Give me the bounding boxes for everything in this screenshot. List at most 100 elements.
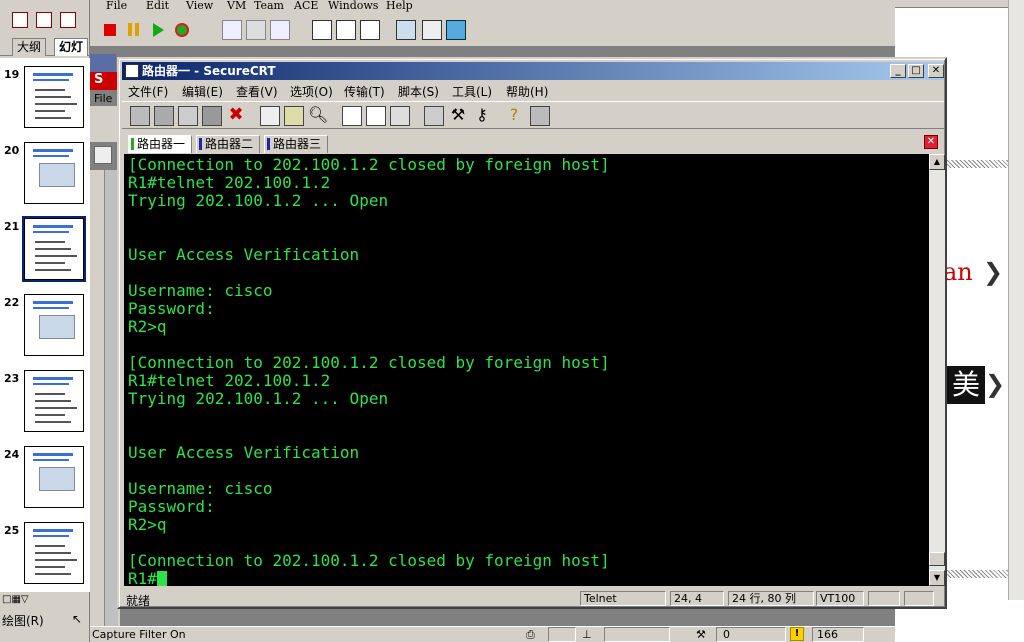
disconnect-icon[interactable]: ✖ — [226, 106, 246, 126]
about-icon[interactable] — [530, 106, 550, 126]
session-options-icon[interactable] — [424, 106, 444, 126]
status-ready: 就绪 — [126, 594, 151, 608]
copy-icon[interactable] — [260, 106, 280, 126]
global-options-icon[interactable]: ⚒ — [448, 106, 468, 126]
paste-icon[interactable] — [284, 106, 304, 126]
menu-script[interactable]: 脚本(S) — [398, 83, 439, 100]
vmware-toolbar — [90, 14, 890, 46]
revert-snapshot-icon[interactable] — [246, 20, 266, 40]
securecrt-titlebar[interactable]: 路由器一 - SecureCRT _ □ ✕ — [122, 62, 944, 80]
connect-icon[interactable] — [130, 106, 150, 126]
slide-thumbnail[interactable]: 25 — [0, 518, 90, 594]
vm-menu-view[interactable]: View — [186, 0, 213, 12]
vm-menu-edit[interactable]: Edit — [146, 0, 169, 12]
securecrt-app-icon[interactable] — [125, 64, 139, 78]
vm-menu-file[interactable]: File — [106, 0, 127, 12]
scroll-up-icon[interactable]: ▲ — [929, 154, 945, 170]
network-icon[interactable]: ⊥ — [582, 628, 592, 641]
terminal-screen[interactable]: [Connection to 202.100.1.2 closed by for… — [124, 154, 929, 586]
tab-slides[interactable]: 幻灯 — [54, 38, 89, 56]
slide-preview — [24, 294, 84, 356]
terminal-output: [Connection to 202.100.1.2 closed by for… — [128, 155, 610, 586]
slide-number: 20 — [4, 144, 20, 157]
reset-icon[interactable] — [172, 20, 192, 40]
vm-menu-help[interactable]: Help — [386, 0, 413, 12]
quick-connect-icon[interactable] — [154, 106, 174, 126]
close-tab-icon[interactable]: ✕ — [924, 135, 938, 149]
tab-status-icon — [131, 138, 134, 150]
quick-switch-icon[interactable] — [396, 20, 416, 40]
menu-tools[interactable]: 工具(L) — [452, 83, 492, 100]
menu-help[interactable]: 帮助(H) — [506, 83, 548, 100]
minimize-button[interactable]: _ — [890, 64, 906, 78]
menu-options[interactable]: 选项(O) — [290, 83, 333, 100]
guest-pane-scroll[interactable] — [104, 170, 118, 630]
slide-thumbnail[interactable]: 19 — [0, 62, 90, 138]
tab-outline[interactable]: 大纲 — [12, 38, 47, 56]
menu-file[interactable]: 文件(F) — [128, 83, 168, 100]
vm-menu-team[interactable]: Team — [254, 0, 284, 12]
menu-transfer[interactable]: 传输(T) — [344, 83, 385, 100]
tab-router-3[interactable]: 路由器三 — [264, 135, 329, 153]
right-scrollbar[interactable] — [1008, 0, 1024, 600]
tab-router-1[interactable]: 路由器一 — [128, 135, 193, 153]
tool-icon[interactable]: ⚒ — [696, 628, 706, 641]
stop-icon[interactable] — [100, 20, 120, 40]
view-buttons[interactable]: □▦▽ — [2, 594, 52, 608]
help-icon[interactable]: ? — [504, 106, 524, 126]
warning-icon[interactable]: ! — [790, 627, 804, 641]
slide-thumbnail[interactable]: 20 — [0, 138, 90, 214]
close-button[interactable]: ✕ — [928, 64, 944, 78]
play-icon[interactable] — [148, 20, 168, 40]
pause-icon[interactable] — [124, 20, 144, 40]
status-field-1 — [548, 627, 576, 642]
printer-setup-icon[interactable] — [390, 106, 410, 126]
pdf-settings-icon[interactable] — [60, 12, 76, 28]
guest-app-logo: S — [90, 72, 120, 90]
unity-icon[interactable] — [422, 20, 442, 40]
slide-preview — [24, 446, 84, 508]
scroll-thumb[interactable] — [929, 552, 945, 566]
chevron-right-icon[interactable]: ❯ — [983, 258, 1003, 286]
console-view-icon[interactable] — [336, 20, 356, 40]
slide-thumbnail[interactable]: 22 — [0, 290, 90, 366]
full-screen-icon[interactable] — [360, 20, 380, 40]
snapshot-icon[interactable] — [222, 20, 242, 40]
powerpoint-bottom-toolbar: □▦▽ 绘图(R) ↖ — [0, 592, 90, 642]
right-window-top — [895, 0, 1024, 8]
securecrt-menubar: 文件(F) 编辑(E) 查看(V) 选项(O) 传输(T) 脚本(S) 工具(L… — [122, 81, 944, 99]
pdf-export-icon[interactable] — [36, 12, 52, 28]
vm-menu-ace[interactable]: ACE — [294, 0, 318, 12]
tab-router-2[interactable]: 路由器二 — [196, 135, 261, 153]
slide-thumbnail[interactable]: 21 — [0, 214, 90, 290]
slide-thumbnail[interactable]: 24 — [0, 442, 90, 518]
slide-preview — [24, 142, 84, 204]
vm-menu-windows[interactable]: Windows — [328, 0, 378, 12]
reconnect-icon[interactable] — [202, 106, 222, 126]
maximize-button[interactable]: □ — [908, 64, 924, 78]
pointer-icon[interactable]: ↖ — [72, 612, 82, 626]
guest-file-menu[interactable]: File — [94, 92, 112, 105]
snapshot-manager-icon[interactable] — [270, 20, 290, 40]
find-icon[interactable]: 🔍︎ — [308, 106, 328, 126]
connect-tab-icon[interactable] — [178, 106, 198, 126]
draw-menu[interactable]: 绘图(R) — [2, 612, 44, 629]
powerpoint-toolbar — [2, 8, 88, 32]
key-icon[interactable]: ⚷ — [472, 106, 492, 126]
folder-icon[interactable] — [94, 146, 112, 164]
scroll-down-icon[interactable]: ▼ — [929, 570, 945, 586]
print-icon[interactable] — [342, 106, 362, 126]
print-selection-icon[interactable] — [366, 106, 386, 126]
chevron-right-icon-2[interactable]: ❯ — [985, 370, 1005, 398]
console-icon[interactable] — [446, 20, 466, 40]
terminal-scrollbar[interactable]: ▲ ▼ — [929, 154, 945, 586]
slide-thumbnail[interactable]: 23 — [0, 366, 90, 442]
menu-view[interactable]: 查看(V) — [236, 83, 278, 100]
pdf-icon[interactable] — [12, 12, 28, 28]
printer-icon[interactable]: ⎙ — [526, 628, 535, 642]
menu-edit[interactable]: 编辑(E) — [182, 83, 223, 100]
slide-number: 24 — [4, 448, 20, 461]
summary-view-icon[interactable] — [312, 20, 332, 40]
guest-toolbar — [90, 106, 120, 142]
vm-menu-vm[interactable]: VM — [227, 0, 246, 12]
